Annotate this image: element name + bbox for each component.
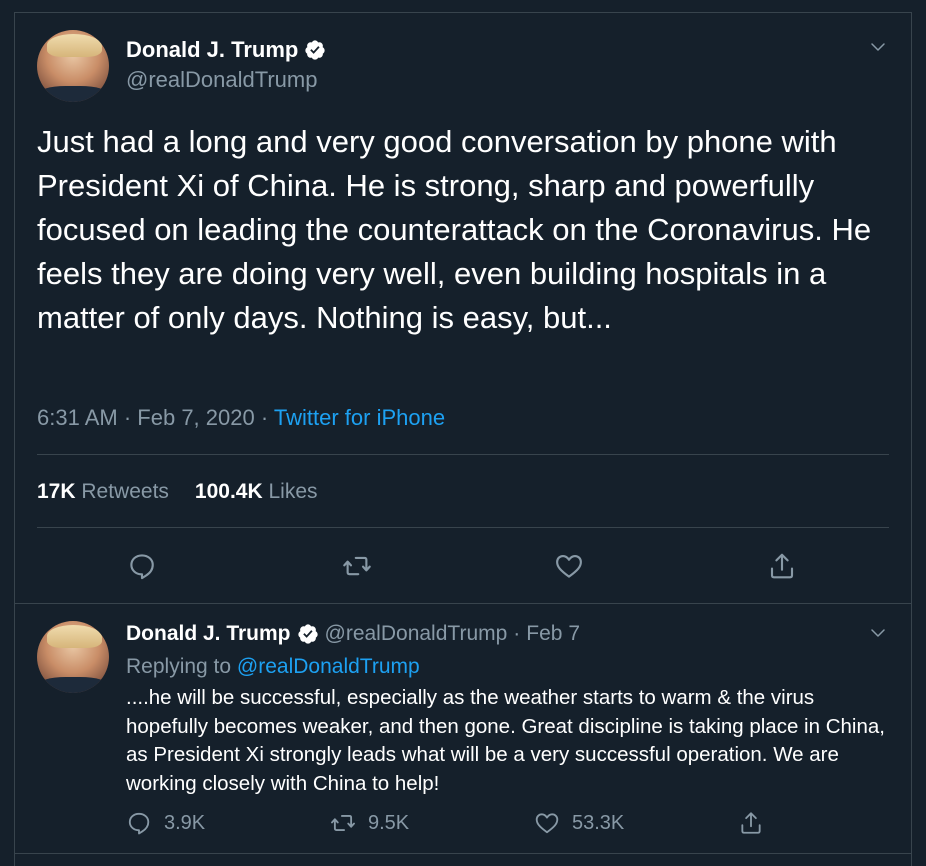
retweet-count: 9.5K <box>368 811 410 834</box>
main-tweet: Donald J. Trump @realDonaldTrump Just ha… <box>15 13 911 603</box>
like-button[interactable]: 53.3K <box>534 810 624 836</box>
likes-stat[interactable]: 100.4K Likes <box>195 480 318 503</box>
author-row: Donald J. Trump @realDonaldTrump · Feb 7 <box>126 622 580 646</box>
replying-label: Replying to <box>126 655 232 678</box>
divider <box>37 454 889 455</box>
avatar-suit <box>37 86 109 102</box>
share-icon <box>741 812 761 834</box>
tweet-time[interactable]: 6:31 AM <box>37 405 118 430</box>
like-icon[interactable] <box>554 551 584 581</box>
author-handle[interactable]: @realDonaldTrump <box>325 622 508 646</box>
tweet-thread: Donald J. Trump @realDonaldTrump Just ha… <box>0 0 926 866</box>
reply-count: 3.9K <box>164 811 206 834</box>
verified-badge-icon <box>297 624 318 644</box>
meta-separator: · <box>260 405 269 430</box>
likes-label: Likes <box>268 480 318 503</box>
reply-icon[interactable] <box>127 551 157 581</box>
divider <box>37 527 889 528</box>
avatar-hair <box>47 34 102 58</box>
tweet-date[interactable]: Feb 7 <box>526 622 580 646</box>
likes-count: 100.4K <box>194 480 263 503</box>
tweet-actions <box>37 551 889 587</box>
tweet-meta: 6:31 AM · Feb 7, 2020 · Twitter for iPho… <box>37 405 445 431</box>
retweets-count: 17K <box>37 480 76 503</box>
avatar[interactable] <box>37 30 109 102</box>
tweet-separator <box>15 853 911 854</box>
retweets-stat[interactable]: 17K Retweets <box>37 480 169 503</box>
meta-separator: · <box>123 405 132 430</box>
author-name[interactable]: Donald J. Trump <box>126 622 291 646</box>
like-count: 53.3K <box>572 811 625 834</box>
tweet-text: Just had a long and very good conversati… <box>37 124 872 335</box>
tweet-actions: 3.9K 9.5K 53.3K <box>126 810 889 840</box>
share-icon[interactable] <box>767 551 797 581</box>
mention-link[interactable]: @realDonaldTrump <box>237 655 420 678</box>
avatar-hair <box>47 625 102 649</box>
reply-tweet[interactable]: Donald J. Trump @realDonaldTrump · Feb 7… <box>15 604 911 866</box>
meta-separator: · <box>513 622 521 645</box>
tweet-source-link[interactable]: Twitter for iPhone <box>274 405 445 430</box>
retweet-icon[interactable] <box>342 551 372 581</box>
retweet-icon <box>331 815 355 831</box>
chevron-down-icon[interactable] <box>869 38 887 56</box>
reply-button[interactable]: 3.9K <box>126 810 205 836</box>
retweets-label: Retweets <box>81 480 169 503</box>
chevron-down-icon[interactable] <box>869 624 887 642</box>
replying-to: Replying to @realDonaldTrump <box>126 655 420 679</box>
tweet-date[interactable]: Feb 7, 2020 <box>137 405 254 430</box>
like-icon <box>535 813 559 834</box>
tweet-text: ....he will be successful, especially as… <box>126 686 885 795</box>
reply-icon <box>128 812 150 835</box>
share-button[interactable] <box>738 810 764 836</box>
engagement-stats: 17K Retweets 100.4K Likes <box>37 480 318 504</box>
right-border <box>911 12 912 866</box>
author-handle[interactable]: @realDonaldTrump <box>126 67 317 93</box>
author-name[interactable]: Donald J. Trump <box>126 37 298 63</box>
verified-badge-icon <box>305 40 325 60</box>
author-row: Donald J. Trump <box>126 37 326 63</box>
retweet-button[interactable]: 9.5K <box>330 810 409 836</box>
avatar-suit <box>37 677 109 693</box>
avatar[interactable] <box>37 621 109 693</box>
